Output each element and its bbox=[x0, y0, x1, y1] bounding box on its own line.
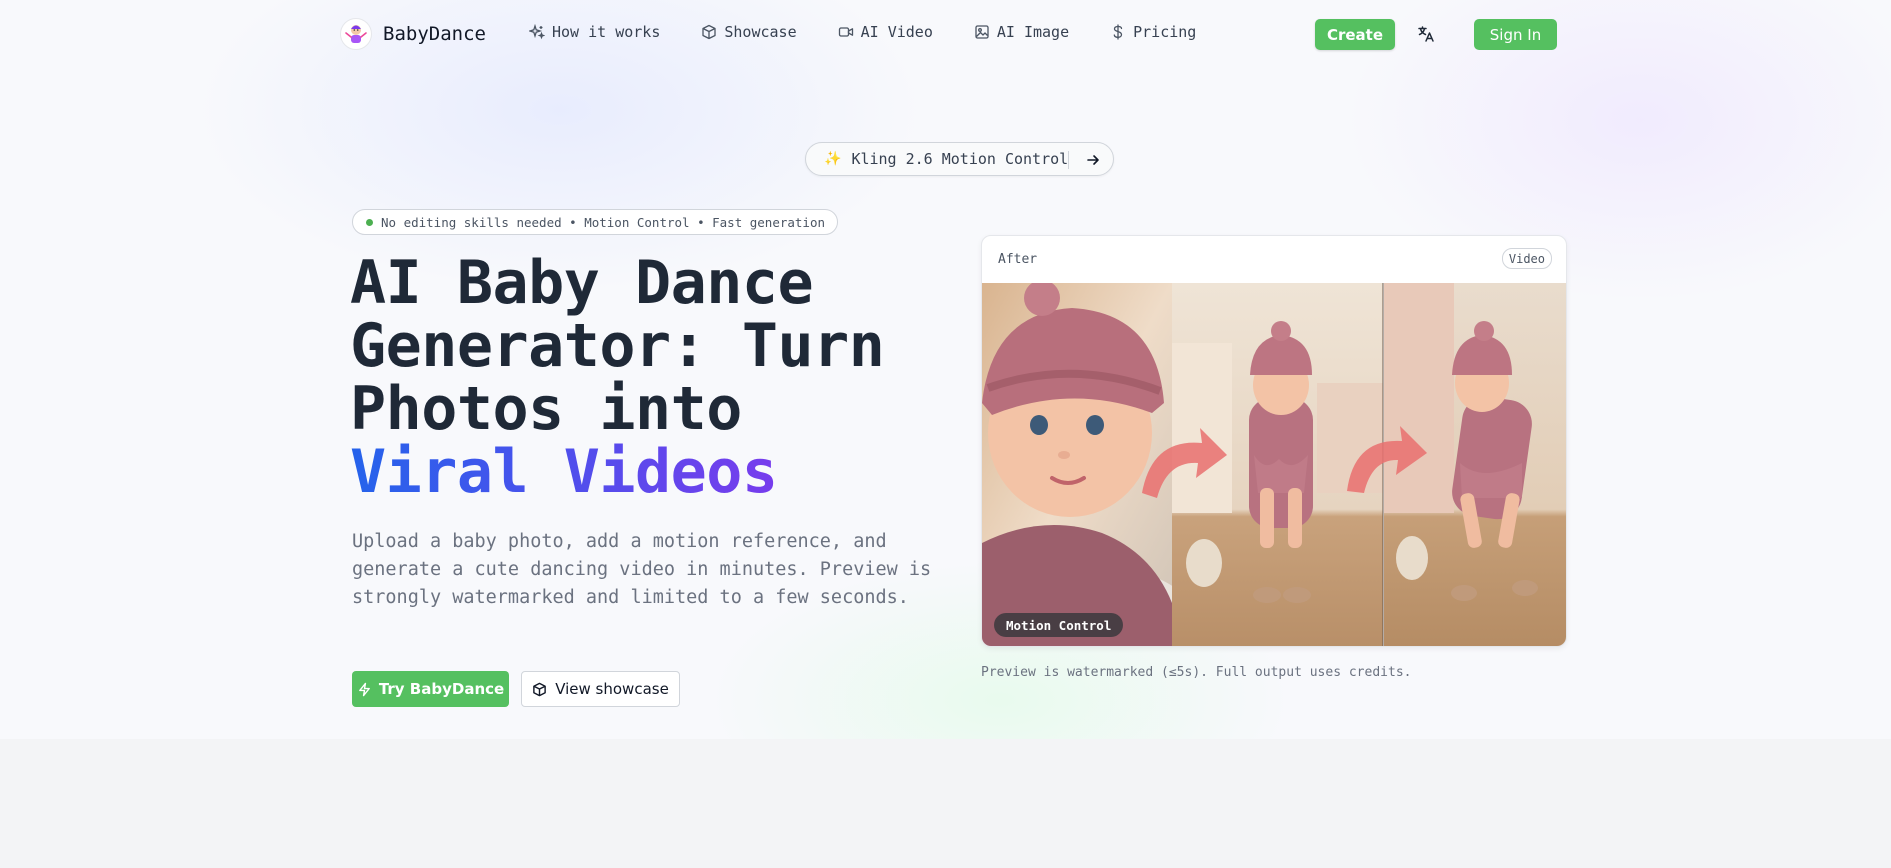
sparkle-icon: ✨ bbox=[824, 151, 842, 167]
video-icon bbox=[838, 27, 853, 37]
preview-card-header: After Video bbox=[982, 236, 1566, 283]
video-badge: Video bbox=[1501, 248, 1552, 269]
hero-headline: AI Baby Dance Generator: Turn Photos int… bbox=[350, 252, 950, 504]
sign-in-button[interactable]: Sign In bbox=[1474, 19, 1557, 50]
headline-line-1: AI Baby Dance bbox=[350, 248, 814, 318]
brand-logo-icon bbox=[340, 18, 372, 50]
nav-link-ai-image[interactable]: AI Image bbox=[974, 23, 1069, 41]
nav-link-pricing[interactable]: Pricing bbox=[1110, 23, 1196, 41]
headline-highlight: Viral Videos bbox=[350, 441, 950, 504]
nav-link-label: Showcase bbox=[724, 23, 797, 41]
nav-link-how-it-works[interactable]: How it works bbox=[529, 23, 660, 41]
view-button-label: View showcase bbox=[555, 680, 669, 698]
translate-icon bbox=[1418, 26, 1434, 42]
nav-link-label: AI Video bbox=[860, 23, 933, 41]
announcement-pill[interactable]: ✨ Kling 2.6 Motion Control bbox=[805, 142, 1114, 176]
sparkles-icon bbox=[529, 24, 545, 40]
preview-image[interactable] bbox=[982, 283, 1567, 647]
create-button[interactable]: Create bbox=[1315, 19, 1395, 50]
try-babydance-button[interactable]: Try BabyDance bbox=[352, 671, 509, 707]
status-dot bbox=[366, 218, 373, 226]
brand[interactable]: BabyDance bbox=[340, 18, 486, 50]
lightning-icon bbox=[358, 682, 370, 696]
announcement-divider bbox=[1068, 151, 1069, 169]
image-icon bbox=[975, 25, 989, 39]
nav-link-ai-video[interactable]: AI Video bbox=[838, 23, 933, 41]
after-label: After bbox=[998, 252, 1038, 267]
announcement-text: Kling 2.6 Motion Control bbox=[851, 150, 1069, 168]
nav-links: How it works Showcase AI Video AI Image … bbox=[529, 23, 1196, 41]
dollar-icon bbox=[1113, 24, 1123, 40]
brand-name: BabyDance bbox=[383, 23, 486, 45]
motion-control-label: Motion Control bbox=[994, 613, 1124, 637]
feature-chip: No editing skills needed • Motion Contro… bbox=[352, 209, 839, 235]
preview-card: After Video Motion Control bbox=[981, 235, 1567, 647]
nav-link-showcase[interactable]: Showcase bbox=[701, 23, 797, 41]
nav-link-label: Pricing bbox=[1133, 23, 1197, 41]
preview-caption: Preview is watermarked (≤5s). Full outpu… bbox=[981, 665, 1412, 680]
headline-line-2: Generator: Turn bbox=[350, 311, 885, 381]
top-navigation: BabyDance How it works Showcase AI Video… bbox=[0, 0, 1891, 68]
feature-chip-text: No editing skills needed • Motion Contro… bbox=[381, 214, 826, 230]
try-button-label: Try BabyDance bbox=[378, 680, 505, 698]
arrow-right-icon bbox=[1087, 155, 1099, 165]
nav-link-label: How it works bbox=[552, 23, 661, 41]
headline-line-3: Photos into bbox=[350, 374, 742, 444]
nav-link-label: AI Image bbox=[996, 23, 1070, 41]
view-showcase-button[interactable]: View showcase bbox=[521, 671, 680, 707]
cube-icon bbox=[533, 682, 547, 696]
cube-icon bbox=[702, 24, 717, 40]
hero-description: Upload a baby photo, add a motion refere… bbox=[352, 531, 932, 608]
language-toggle-button[interactable] bbox=[1415, 23, 1437, 45]
